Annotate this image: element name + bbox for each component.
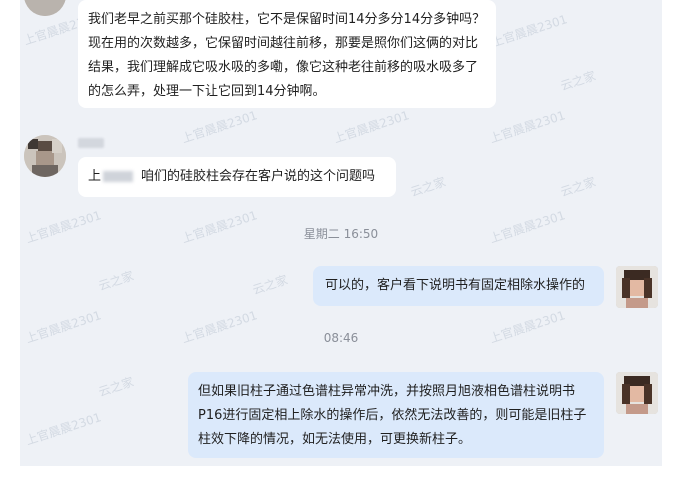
- watermark: 云之家: [96, 268, 136, 294]
- sender-name: [78, 138, 104, 148]
- message-text: 咱们的硅胶柱会存在客户说的这个问题吗: [141, 169, 376, 184]
- message-bubble[interactable]: 但如果旧柱子通过色谱柱异常冲洗，并按照月旭液相色谱柱说明书P16进行固定相上除水…: [188, 372, 604, 458]
- mention-prefix: 上: [88, 169, 102, 184]
- watermark: 云之家: [408, 174, 448, 200]
- message-bubble[interactable]: 可以的，客户看下说明书有固定相除水操作的: [313, 266, 604, 306]
- message-bubble[interactable]: 我们老早之前买那个硅胶柱，它不是保留时间14分多分14分多钟吗？现在用的次数越多…: [78, 0, 496, 108]
- mention-name: [103, 171, 134, 182]
- watermark: 云之家: [558, 68, 598, 94]
- timestamp: 星期二 16:50: [303, 227, 379, 241]
- sender-avatar[interactable]: [24, 0, 66, 16]
- message-text: 但如果旧柱子通过色谱柱异常冲洗，并按照月旭液相色谱柱说明书P16进行固定相上除水…: [198, 384, 587, 447]
- self-avatar[interactable]: [616, 372, 658, 414]
- watermark: 上官晨晨2301: [487, 108, 567, 146]
- message-text: 可以的，客户看下说明书有固定相除水操作的: [325, 278, 586, 293]
- watermark: 上官晨晨2301: [489, 12, 569, 50]
- message-bubble[interactable]: 上 咱们的硅胶柱会存在客户说的这个问题吗: [78, 157, 396, 197]
- self-avatar[interactable]: [616, 266, 658, 308]
- watermark: 云之家: [96, 374, 136, 400]
- timestamp: 08:46: [323, 331, 359, 345]
- watermark: 上官晨晨2301: [23, 410, 103, 448]
- watermark: 上官晨晨2301: [331, 108, 411, 146]
- watermark: 云之家: [250, 272, 290, 298]
- sender-avatar[interactable]: [24, 135, 66, 177]
- chat-message-list[interactable]: 上官晨晨2301 上官晨晨2301 云之家 上官晨晨2301 上官晨晨2301 …: [20, 0, 662, 466]
- message-text: 我们老早之前买那个硅胶柱，它不是保留时间14分多分14分多钟吗？现在用的次数越多…: [88, 12, 486, 99]
- watermark: 上官晨晨2301: [179, 108, 259, 146]
- watermark: 云之家: [558, 174, 598, 200]
